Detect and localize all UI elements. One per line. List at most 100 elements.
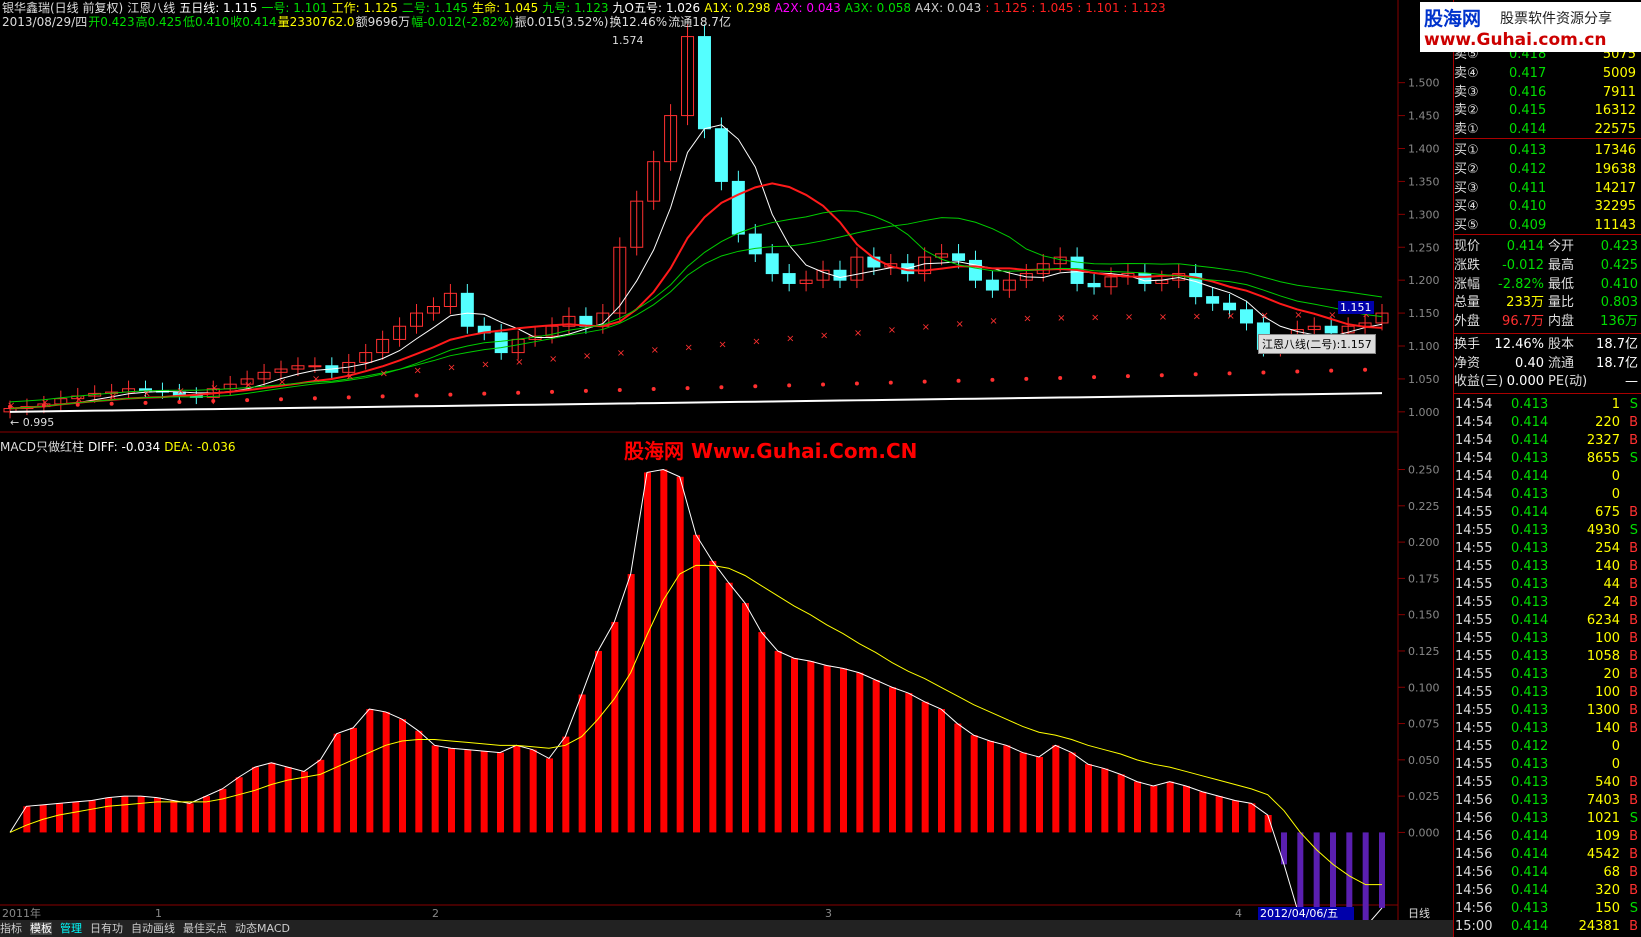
macd-bar (889, 687, 896, 833)
macd-bar (301, 771, 308, 833)
tick-time: 14:55 (1455, 523, 1493, 538)
candle-body (494, 332, 508, 354)
tab-4[interactable]: 自动画线 (131, 922, 175, 935)
quote-value: 0.423 (1600, 239, 1638, 254)
macd-bar (823, 665, 831, 833)
y-tick-label: 0.000 (1408, 826, 1440, 839)
tick-side: S (1629, 901, 1638, 916)
tick-side: B (1629, 595, 1638, 610)
indicator-name: 江恩八线 (127, 1, 176, 15)
tick-row: 14:55 0.413 0 (1454, 756, 1641, 774)
tick-price: 0.414 (1511, 847, 1549, 862)
tick-time: 14:55 (1455, 757, 1493, 772)
tick-side: B (1629, 829, 1638, 844)
dot-marker (41, 403, 46, 408)
dot-marker (719, 385, 724, 390)
tick-side: B (1629, 865, 1638, 880)
tab-3[interactable]: 日有功 (90, 922, 123, 935)
dot-marker (143, 400, 148, 405)
tick-row: 14:54 0.414 2327 B (1454, 432, 1641, 450)
tick-volume: 0 (1611, 487, 1620, 502)
cross-marker: × (685, 342, 693, 353)
candle-body (308, 365, 322, 368)
quote-label: 流通 (1548, 355, 1575, 371)
macd-bar (1003, 745, 1011, 833)
tick-side: S (1629, 523, 1638, 538)
tick-time: 14:54 (1455, 433, 1493, 448)
tick-price: 0.413 (1511, 685, 1549, 700)
y-tick-label: 0.075 (1408, 718, 1440, 731)
tick-row: 14:56 0.413 1021 S (1454, 810, 1641, 828)
macd-bar (660, 469, 668, 833)
bid-price: 0.409 (1509, 218, 1547, 234)
quote-value: 96.7万 (1502, 314, 1544, 330)
macd-bar (121, 796, 129, 833)
candle-body (765, 253, 779, 275)
dot-marker (1329, 368, 1334, 373)
macd-bar (268, 762, 276, 833)
tick-price: 0.413 (1511, 667, 1549, 682)
dot-marker (8, 404, 12, 409)
ask-label: 卖① (1454, 122, 1479, 138)
life-line (9, 182, 1383, 410)
tab-2[interactable]: 管理 (60, 922, 82, 935)
divider (1454, 234, 1641, 235)
cross-marker: × (210, 383, 218, 394)
bid-row: 买② 0.412 19638 (1454, 161, 1641, 179)
dot-marker (888, 380, 893, 385)
dot-marker (1125, 374, 1130, 379)
tick-price: 0.413 (1511, 721, 1549, 736)
macd-bar (219, 788, 227, 833)
tick-price: 0.414 (1511, 829, 1549, 844)
macd-bar (513, 745, 521, 833)
tick-volume: 44 (1603, 577, 1620, 592)
tab-0[interactable]: 指标 (0, 922, 22, 935)
tab-1[interactable]: 模板 (30, 922, 52, 935)
macd-bar (725, 582, 733, 833)
y-tick-label: 1.050 (1408, 373, 1440, 386)
tick-price: 0.413 (1511, 757, 1549, 772)
tick-volume: 0 (1611, 469, 1620, 484)
macd-bar (1085, 764, 1092, 833)
tick-side: S (1629, 397, 1638, 412)
header-indicator-value: A4X: 0.043 (915, 1, 982, 15)
macd-bar (693, 534, 700, 833)
tab-6[interactable]: 动态MACD (235, 922, 290, 935)
tick-time: 14:55 (1455, 613, 1493, 628)
header-indicator-value: : 1.125 : 1.045 : 1.101 : 1.123 (985, 1, 1166, 15)
tick-side: B (1629, 541, 1638, 556)
macd-bar (595, 650, 602, 833)
macd-bar (970, 735, 978, 833)
macd-bar (1068, 752, 1076, 833)
quote-value: -0.012 (1502, 257, 1544, 273)
high-value: 高0.425 (135, 15, 182, 29)
tick-row: 14:54 0.414 0 (1454, 468, 1641, 486)
y-tick-label: 1.500 (1408, 77, 1440, 90)
dot-marker (109, 401, 114, 406)
tick-volume: 8655 (1586, 451, 1620, 466)
quote-value: 12.46% (1494, 337, 1544, 352)
macd-bar (1199, 791, 1207, 833)
tick-volume: 20 (1603, 667, 1620, 682)
tick-row: 14:55 0.413 44 B (1454, 576, 1641, 594)
tab-5[interactable]: 最佳买点 (183, 922, 227, 935)
tick-volume: 150 (1595, 901, 1620, 916)
candle-body (731, 180, 745, 235)
tick-price: 0.413 (1511, 775, 1549, 790)
cross-marker: × (1294, 310, 1302, 321)
candle-body (1239, 309, 1253, 324)
divider (1454, 138, 1641, 139)
chart-header-line2: 2013/08/29/四开0.423高0.425低0.410收0.414量233… (2, 15, 735, 29)
tick-time: 14:55 (1455, 721, 1493, 736)
macd-bar (872, 680, 880, 833)
macd-bar (415, 730, 423, 833)
tick-time: 14:56 (1455, 901, 1493, 916)
ma5-value: 五日线: 1.115 (179, 1, 258, 15)
macd-bar (235, 777, 243, 833)
macd-bar (627, 574, 635, 833)
ask-price: 0.417 (1509, 65, 1547, 81)
dot-marker (651, 387, 656, 392)
quote-label: 今开 (1548, 239, 1575, 254)
tick-side: B (1629, 721, 1638, 736)
tick-row: 14:55 0.413 254 B (1454, 540, 1641, 558)
